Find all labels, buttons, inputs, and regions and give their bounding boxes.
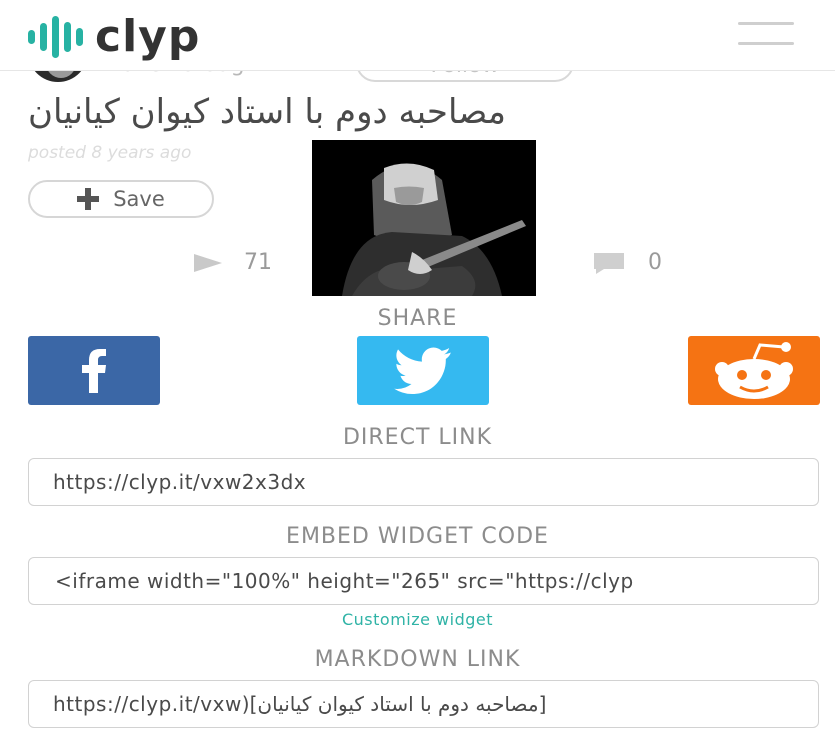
reddit-icon bbox=[715, 341, 793, 399]
logo-wordmark: clyp bbox=[95, 11, 201, 62]
save-button[interactable]: Save bbox=[28, 180, 214, 218]
markdown-link-heading: MARKDOWN LINK bbox=[314, 647, 521, 672]
play-icon bbox=[194, 253, 222, 272]
reddit-share-button[interactable] bbox=[688, 336, 820, 405]
direct-link-field[interactable]: https://clyp.it/vxw2x3dx bbox=[28, 458, 819, 506]
direct-link-heading: DIRECT LINK bbox=[342, 425, 493, 450]
customize-widget-link[interactable]: Customize widget bbox=[0, 610, 835, 629]
waveform-logo-icon bbox=[28, 16, 83, 58]
embed-code-field[interactable]: <iframe width="100%" height="265" src="h… bbox=[28, 557, 819, 605]
posted-date: posted 8 years ago bbox=[28, 143, 192, 163]
embed-code-heading: EMBED WIDGET CODE bbox=[286, 524, 549, 549]
hamburger-menu-button[interactable] bbox=[738, 22, 794, 48]
plus-icon bbox=[77, 188, 100, 210]
share-heading: SHARE bbox=[377, 306, 458, 331]
comment-icon bbox=[594, 252, 624, 274]
track-title: مصاحبه دوم با استاد کیوان کیانیان bbox=[28, 92, 507, 132]
clyp-logo[interactable]: clyp bbox=[28, 12, 200, 62]
save-label: Save bbox=[113, 187, 165, 211]
site-header: clyp bbox=[0, 0, 835, 71]
play-count-value: 71 bbox=[244, 250, 272, 275]
comment-count[interactable]: 0 bbox=[592, 250, 662, 275]
play-count: 71 bbox=[192, 250, 272, 275]
twitter-share-button[interactable] bbox=[357, 336, 489, 405]
facebook-share-button[interactable] bbox=[28, 336, 160, 405]
track-cover-image bbox=[312, 140, 536, 296]
twitter-icon bbox=[394, 347, 451, 394]
markdown-link-field[interactable]: [مصاحبه دوم با استاد کیوان کیانیان](http… bbox=[28, 680, 819, 728]
facebook-icon bbox=[82, 348, 106, 393]
comment-count-value: 0 bbox=[648, 250, 662, 275]
